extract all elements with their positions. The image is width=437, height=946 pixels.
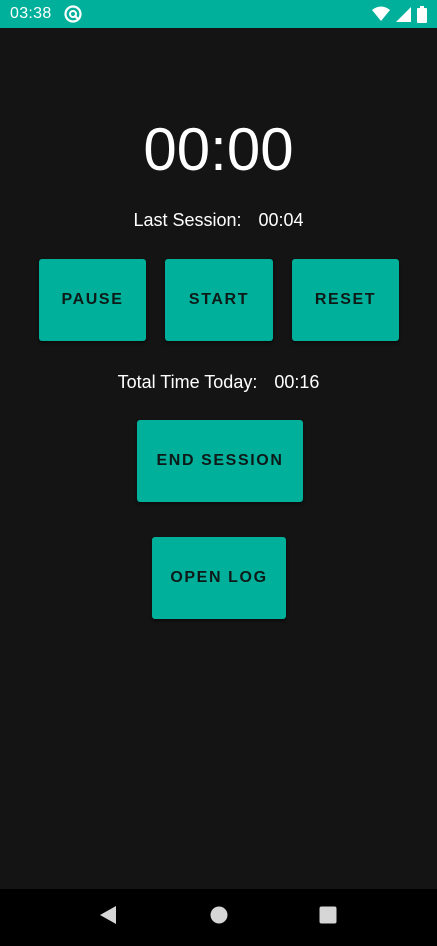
wifi-icon — [372, 6, 390, 22]
pause-button[interactable]: PAUSE — [39, 259, 146, 341]
last-session-row: Last Session: 00:04 — [0, 208, 437, 232]
status-left: 03:38 — [10, 5, 82, 23]
last-session-label: Last Session: — [133, 210, 242, 230]
home-icon — [210, 906, 228, 929]
last-session-value: 00:04 — [258, 210, 304, 230]
recents-button[interactable] — [298, 889, 358, 946]
timer-display: 00:00 — [143, 116, 294, 183]
total-time-label: Total Time Today: — [117, 372, 258, 392]
battery-icon — [417, 5, 427, 23]
sync-icon — [63, 5, 82, 23]
home-button[interactable] — [189, 889, 249, 946]
status-icons — [372, 5, 427, 23]
recents-icon — [319, 906, 337, 929]
total-time-value: 00:16 — [274, 372, 320, 392]
status-time: 03:38 — [10, 5, 52, 22]
reset-button[interactable]: RESET — [292, 259, 399, 341]
navigation-bar — [0, 889, 437, 946]
status-bar: 03:38 — [0, 0, 437, 28]
end-session-button[interactable]: END SESSION — [137, 420, 303, 502]
start-button[interactable]: START — [165, 259, 273, 341]
total-time-row: Total Time Today: 00:16 — [0, 370, 437, 394]
open-log-button[interactable]: OPEN LOG — [152, 537, 286, 619]
back-button[interactable] — [78, 889, 138, 946]
signal-icon — [396, 6, 411, 22]
back-icon — [99, 905, 117, 930]
